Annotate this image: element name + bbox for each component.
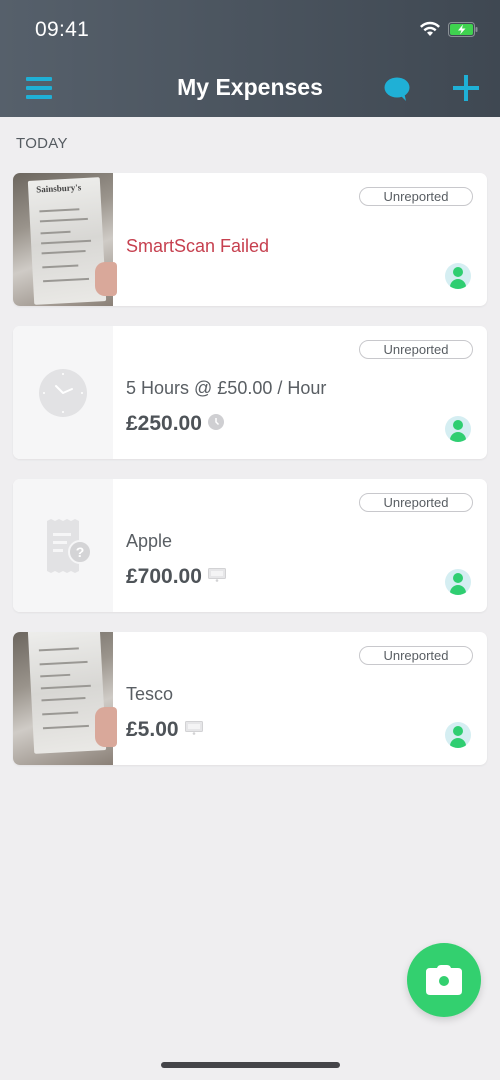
user-avatar-icon: [445, 263, 471, 289]
receipt-missing-icon: ?: [47, 519, 92, 573]
chat-button[interactable]: [384, 77, 410, 101]
expense-thumbnail: ?: [13, 479, 113, 612]
camera-icon: [426, 965, 462, 995]
page-title: My Expenses: [177, 74, 323, 100]
user-avatar-icon: [445, 416, 471, 442]
receipt-brand: Sainsbury's: [36, 182, 82, 195]
svg-text:?: ?: [76, 544, 85, 560]
home-indicator[interactable]: [161, 1062, 340, 1068]
expense-amount: £700.00: [126, 565, 202, 588]
battery-charging-icon: [448, 22, 478, 37]
cash-icon: [207, 568, 226, 583]
scan-receipt-button[interactable]: [407, 943, 481, 1017]
hand: [95, 707, 117, 747]
expense-title: Apple: [126, 531, 173, 551]
user-avatar-icon: [445, 569, 471, 595]
expense-amount-row: £5.00: [126, 718, 203, 742]
section-label-today: TODAY: [16, 135, 68, 152]
expense-title: Tesco: [126, 684, 174, 704]
expense-thumbnail: [13, 326, 113, 459]
clock-icon: [39, 369, 87, 417]
chat-bubble-icon: [384, 77, 410, 101]
expense-amount-row: £700.00: [126, 565, 226, 589]
receipt-thumbnail[interactable]: Sainsbury's: [13, 173, 117, 306]
top-navigation-bar: 09:41 My Expenses: [0, 0, 500, 117]
add-expense-button[interactable]: [453, 75, 479, 101]
expense-card[interactable]: Unreported 5 Hours @ £50.00 / Hour £250.…: [13, 326, 487, 459]
expense-title: SmartScan Failed: [126, 236, 270, 256]
status-badge: Unreported: [359, 646, 473, 665]
expense-amount: £250.00: [126, 412, 202, 435]
time-icon: [207, 414, 224, 431]
receipt-thumbnail[interactable]: [13, 632, 117, 765]
expense-amount-row: £250.00: [126, 412, 224, 436]
wifi-icon: [420, 21, 440, 36]
status-time: 09:41: [35, 18, 90, 41]
hand: [95, 262, 117, 296]
cash-icon: [184, 721, 203, 736]
status-badge: Unreported: [359, 340, 473, 359]
expense-card[interactable]: Sainsbury's Unreported SmartScan Failed: [13, 173, 487, 306]
status-badge: Unreported: [359, 493, 473, 512]
expense-title: 5 Hours @ £50.00 / Hour: [126, 378, 327, 398]
expense-card[interactable]: Unreported Tesco £5.00: [13, 632, 487, 765]
expense-card[interactable]: ? Unreported Apple £700.00: [13, 479, 487, 612]
status-badge: Unreported: [359, 187, 473, 206]
user-avatar-icon: [445, 722, 471, 748]
expense-amount: £5.00: [126, 718, 179, 741]
